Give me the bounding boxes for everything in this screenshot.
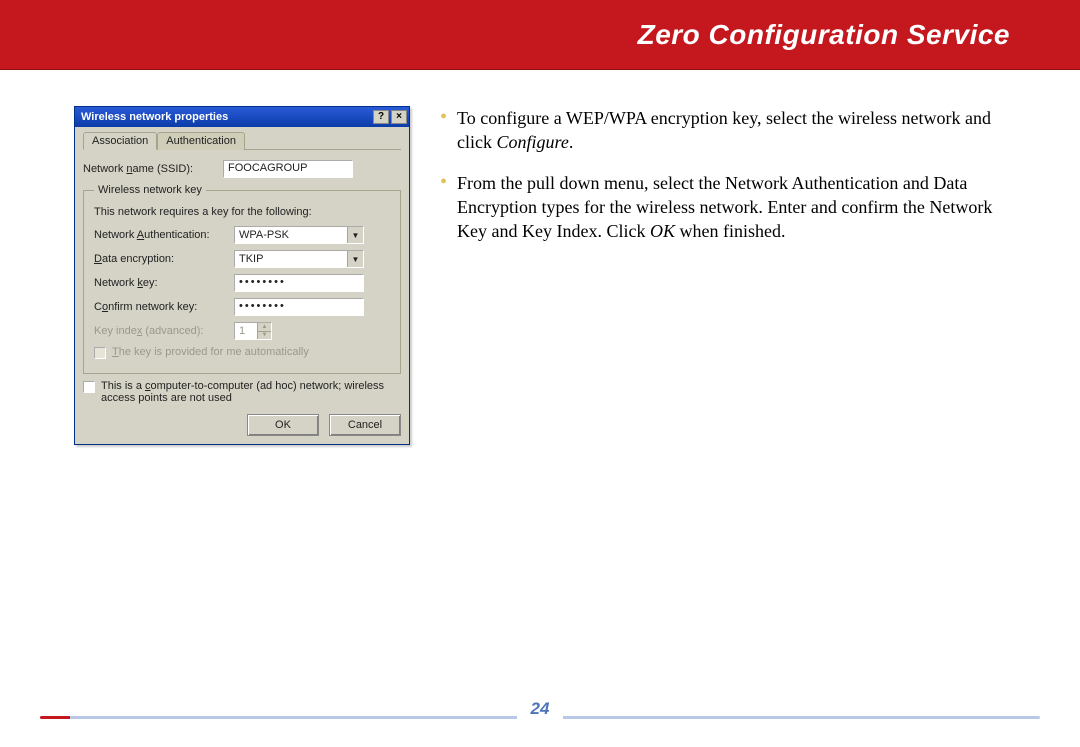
dialog-title: Wireless network properties xyxy=(81,111,371,123)
cancel-button[interactable]: Cancel xyxy=(329,414,401,436)
dialog-tabs: Association Authentication xyxy=(83,131,401,150)
key-index-label: Key index (advanced): xyxy=(94,325,224,337)
ssid-label: Network name (SSID): xyxy=(83,163,213,175)
adhoc-checkbox[interactable] xyxy=(83,381,95,393)
auto-key-checkbox xyxy=(94,347,106,359)
key-index-value: 1 xyxy=(239,325,245,337)
adhoc-row: This is a computer-to-computer (ad hoc) … xyxy=(83,380,401,404)
auth-label: Network Authentication: xyxy=(94,229,224,241)
confirm-key-row: Confirm network key: •••••••• xyxy=(94,298,390,316)
auth-select-value: WPA-PSK xyxy=(239,229,289,241)
encryption-select-value: TKIP xyxy=(239,253,263,265)
tab-association[interactable]: Association xyxy=(83,132,157,150)
footer-band: 24 xyxy=(0,693,1080,719)
ok-button[interactable]: OK xyxy=(247,414,319,436)
close-button[interactable]: × xyxy=(391,110,407,124)
key-index-spinner: 1 ▲▼ xyxy=(234,322,272,340)
network-key-input[interactable]: •••••••• xyxy=(234,274,364,292)
page-number: 24 xyxy=(517,699,564,719)
dialog-buttons: OK Cancel xyxy=(83,414,401,436)
ssid-row: Network name (SSID): FOOCAGROUP xyxy=(83,160,401,178)
wireless-key-legend: Wireless network key xyxy=(94,184,206,196)
auto-key-row: The key is provided for me automatically xyxy=(94,346,390,359)
wireless-key-hint: This network requires a key for the foll… xyxy=(94,206,390,218)
dialog-titlebar: Wireless network properties ? × xyxy=(75,107,409,127)
help-button[interactable]: ? xyxy=(373,110,389,124)
auth-select[interactable]: WPA-PSK ▼ xyxy=(234,226,364,244)
ssid-input[interactable]: FOOCAGROUP xyxy=(223,160,353,178)
instruction-item: To configure a WEP/WPA encryption key, s… xyxy=(440,106,1020,155)
network-key-label: Network key: xyxy=(94,277,224,289)
adhoc-label: This is a computer-to-computer (ad hoc) … xyxy=(101,380,401,404)
spinner-arrows: ▲▼ xyxy=(257,323,271,339)
instructions: To configure a WEP/WPA encryption key, s… xyxy=(440,106,1020,259)
encryption-row: Data encryption: TKIP ▼ xyxy=(94,250,390,268)
network-key-row: Network key: •••••••• xyxy=(94,274,390,292)
confirm-key-label: Confirm network key: xyxy=(94,301,224,313)
header-band: Zero Configuration Service xyxy=(0,0,1080,70)
instruction-item: From the pull down menu, select the Netw… xyxy=(440,171,1020,244)
dialog-body: Association Authentication Network name … xyxy=(75,127,409,444)
tab-authentication[interactable]: Authentication xyxy=(157,132,245,150)
encryption-select[interactable]: TKIP ▼ xyxy=(234,250,364,268)
confirm-key-input[interactable]: •••••••• xyxy=(234,298,364,316)
auth-row: Network Authentication: WPA-PSK ▼ xyxy=(94,226,390,244)
chevron-down-icon: ▼ xyxy=(347,227,363,243)
auto-key-label: The key is provided for me automatically xyxy=(112,346,309,358)
wireless-properties-dialog: Wireless network properties ? × Associat… xyxy=(74,106,410,445)
page-title: Zero Configuration Service xyxy=(638,19,1010,51)
wireless-key-group: Wireless network key This network requir… xyxy=(83,184,401,374)
key-index-row: Key index (advanced): 1 ▲▼ xyxy=(94,322,390,340)
content-area: Wireless network properties ? × Associat… xyxy=(0,70,1080,445)
chevron-down-icon: ▼ xyxy=(347,251,363,267)
encryption-label: Data encryption: xyxy=(94,253,224,265)
